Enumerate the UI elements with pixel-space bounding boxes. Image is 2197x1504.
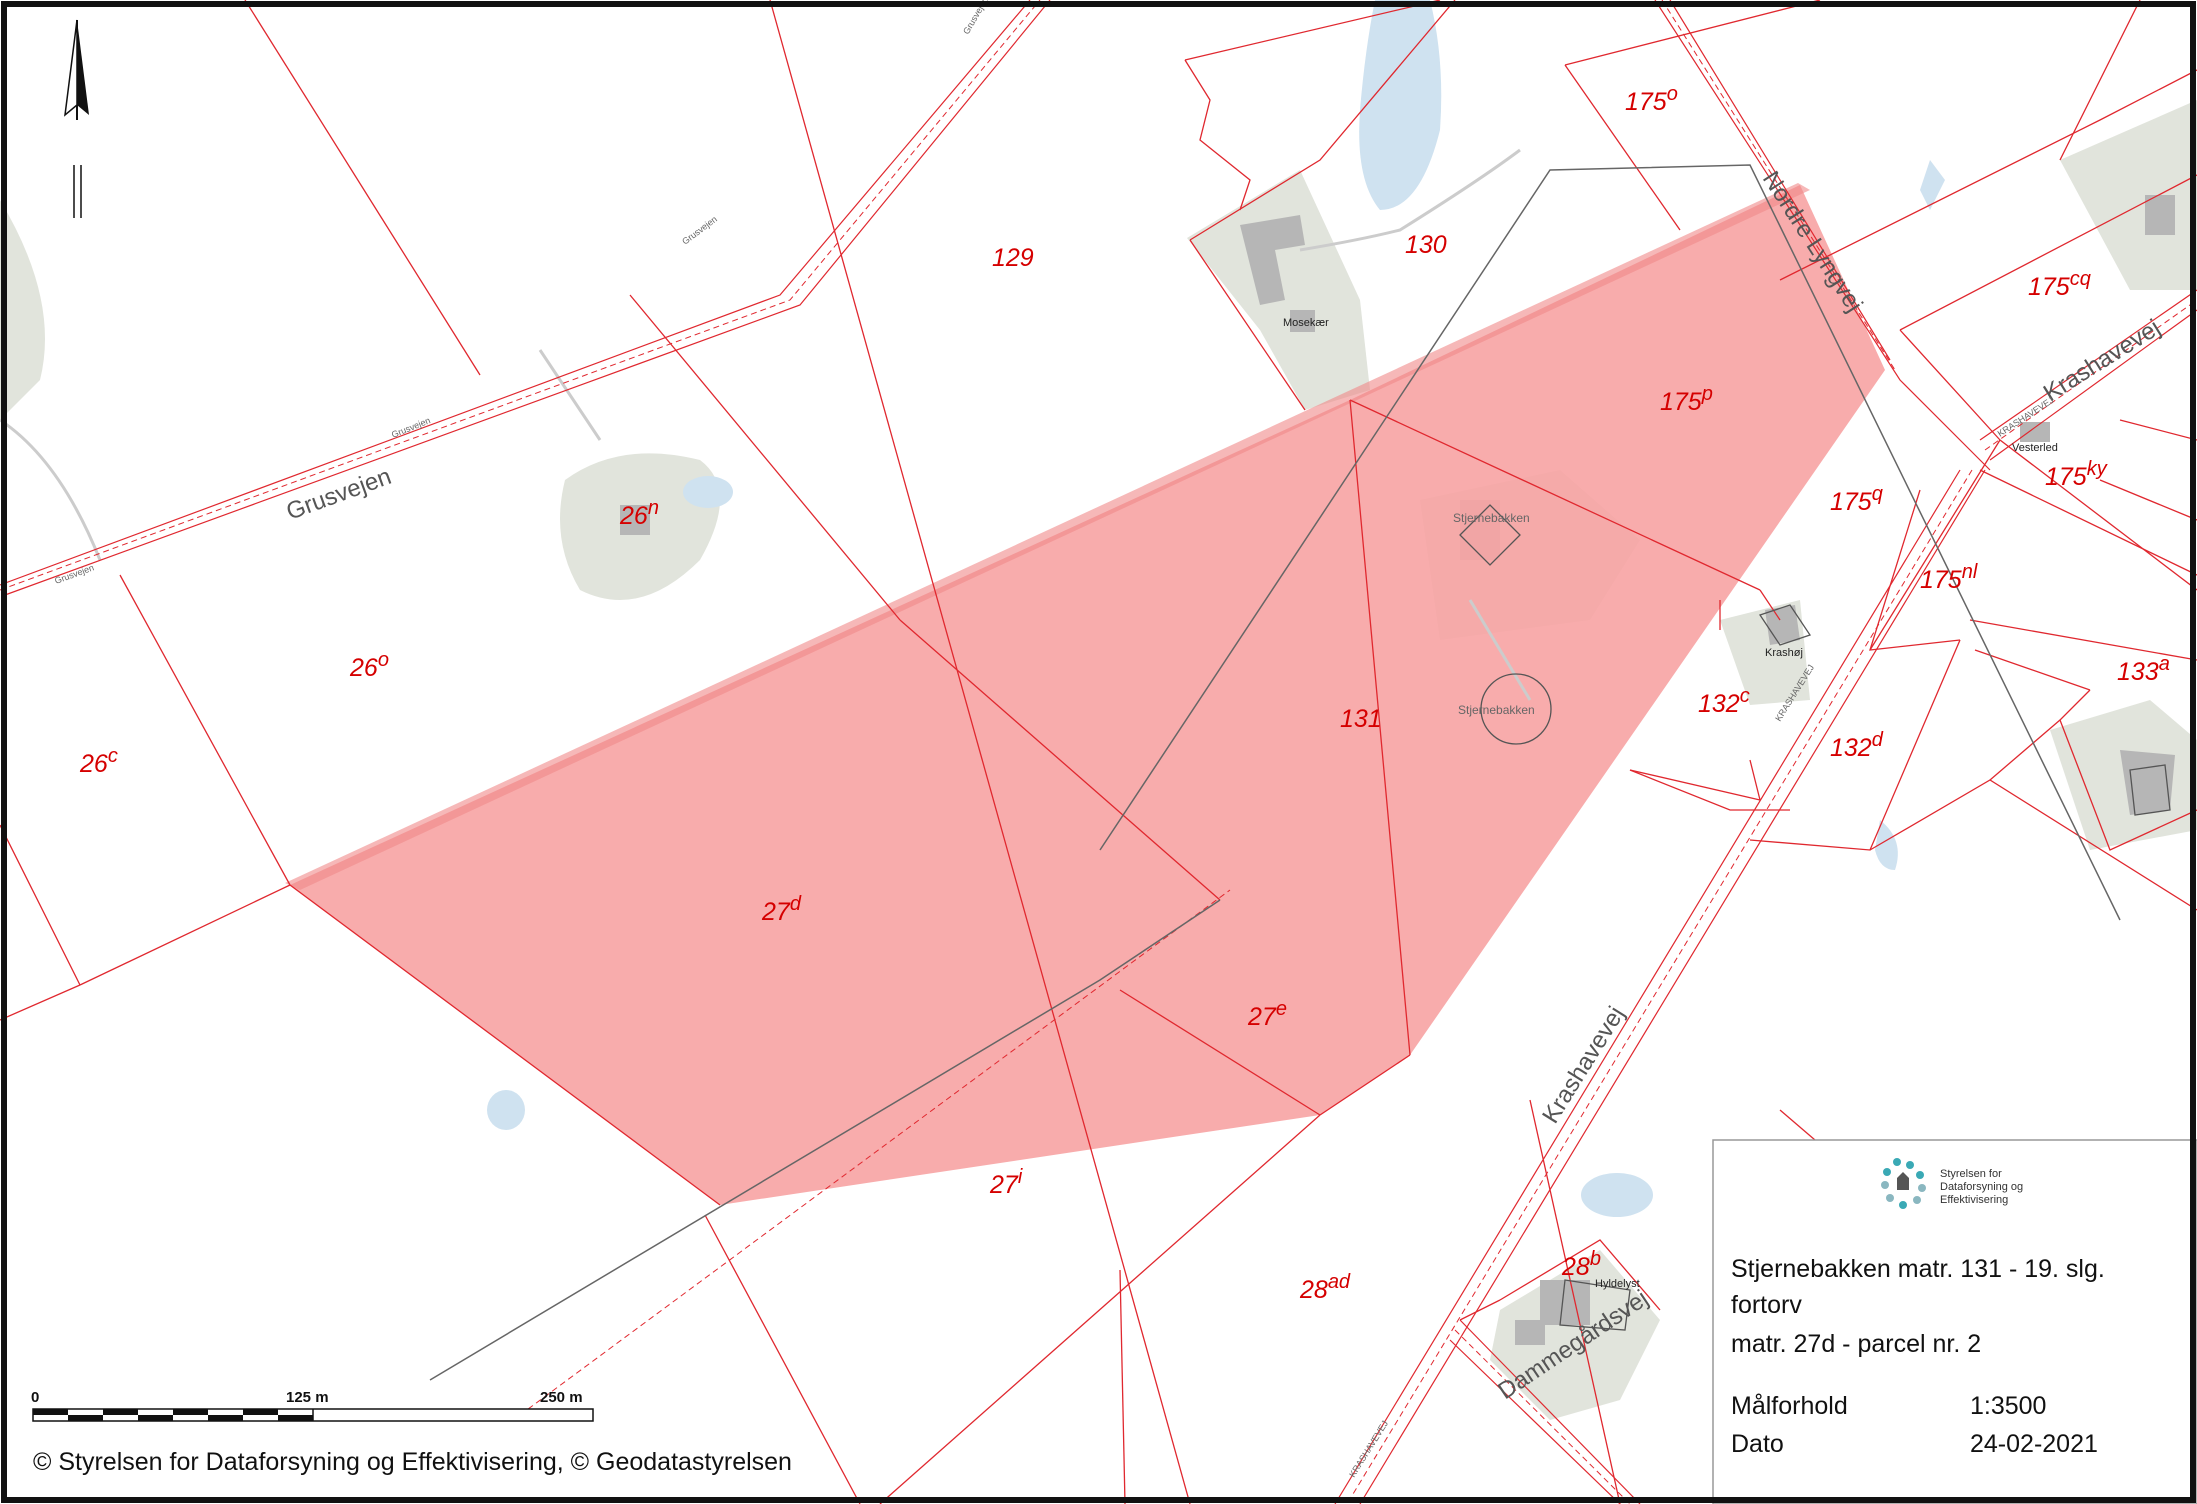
place-label-stjernebakken: Stjernebakken <box>1453 511 1530 525</box>
parcel-label-129: 129 <box>992 244 1034 272</box>
place-label-hyldelyst: Hyldelyst <box>1595 1278 1640 1290</box>
place-label-stjernebakken-hill: Stjernebakken <box>1458 703 1535 717</box>
info-panel: Styrelsen for Dataforsyning og Effektivi… <box>1712 1139 2197 1504</box>
logo-line-1: Styrelsen for <box>1940 1168 2002 1180</box>
logo-line-2: Dataforsyning og <box>1940 1181 2023 1193</box>
date-value: 24-02-2021 <box>1970 1430 2098 1458</box>
parcel-label-130: 130 <box>1405 231 1447 259</box>
info-title-line-3: matr. 27d - parcel nr. 2 <box>1731 1330 1981 1358</box>
scale-ratio-value: 1:3500 <box>1970 1392 2046 1420</box>
logo-line-3: Effektivisering <box>1940 1194 2008 1206</box>
map-frame: 129 130 175o 175cq 175p 175q 175ky 175nl… <box>0 0 2197 1504</box>
scale-label-250: 250 m <box>540 1389 583 1406</box>
scale-ratio-label: Målforhold <box>1731 1392 1848 1420</box>
info-title-line-2: fortorv <box>1731 1291 1802 1319</box>
parcel-label-131: 131 <box>1340 705 1382 733</box>
date-label: Dato <box>1731 1430 1784 1458</box>
place-label-krashoj: Krashøj <box>1765 647 1803 659</box>
parcel-label-27i: 27i <box>989 1166 1023 1199</box>
info-title-line-1: Stjernebakken matr. 131 - 19. slg. <box>1731 1255 2105 1283</box>
scale-label-125: 125 m <box>286 1389 329 1406</box>
scale-label-0: 0 <box>31 1389 39 1406</box>
place-label-vesterled: Vesterled <box>2012 442 2058 454</box>
copyright-text: © Styrelsen for Dataforsyning og Effekti… <box>33 1448 792 1476</box>
place-label-mosekaer: Mosekær <box>1283 317 1329 329</box>
